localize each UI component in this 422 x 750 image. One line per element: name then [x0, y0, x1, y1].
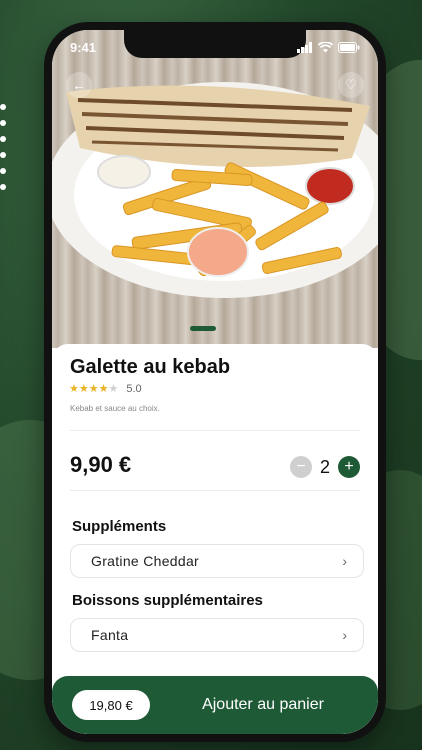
rating-stars: ★★★★★ — [69, 382, 118, 395]
status-icons — [297, 41, 360, 53]
drinks-value: Fanta — [91, 627, 129, 643]
star-icon: ★ — [69, 383, 79, 395]
supplements-select[interactable]: Gratine Cheddar › — [70, 544, 364, 578]
dot — [0, 136, 6, 142]
cart-total: 19,80 € — [72, 690, 150, 720]
app-screen: 9:41 ← ♡ Galette au kebab ★★★★★ 5.0 Keba… — [52, 30, 378, 734]
dot — [0, 152, 6, 158]
add-to-cart-bar: 19,80 € Ajouter au panier — [52, 676, 378, 734]
food-plate-illustration — [52, 82, 378, 298]
star-icon: ★ — [88, 383, 99, 395]
product-rating: ★★★★★ 5.0 — [69, 382, 142, 396]
plus-icon: + — [344, 458, 354, 475]
minus-icon: − — [296, 458, 306, 475]
dot — [0, 104, 6, 110]
star-icon: ★ — [78, 383, 89, 395]
heart-icon: ♡ — [345, 77, 357, 92]
chevron-right-icon: › — [342, 627, 347, 643]
status-bar: 9:41 — [52, 30, 378, 64]
star-icon: ★ — [98, 383, 109, 395]
dot — [0, 168, 6, 174]
dot — [0, 120, 6, 126]
side-dots-decoration — [0, 104, 6, 190]
increase-quantity-button[interactable]: + — [338, 456, 360, 478]
arrow-left-icon: ← — [72, 77, 86, 93]
signal-icon — [297, 41, 312, 53]
supplements-label: Suppléments — [72, 518, 167, 535]
product-title: Galette au kebab — [70, 356, 231, 378]
product-image: ← ♡ — [52, 30, 378, 348]
back-button[interactable]: ← — [66, 72, 92, 98]
phone-frame: 9:41 ← ♡ Galette au kebab ★★★★★ 5.0 Keba… — [44, 22, 386, 742]
decrease-quantity-button[interactable]: − — [289, 456, 312, 478]
drinks-label: Boissons supplémentaires — [72, 592, 263, 609]
divider — [70, 490, 360, 491]
add-to-cart-button[interactable]: Ajouter au panier — [168, 696, 358, 714]
wifi-icon — [318, 41, 333, 52]
quantity-stepper: − 2 + — [289, 456, 360, 478]
supplements-value: Gratine Cheddar — [91, 553, 200, 569]
quantity-value: 2 — [319, 456, 330, 477]
battery-icon — [338, 41, 360, 53]
product-description: Kebab et sauce au choix. — [70, 404, 160, 413]
chevron-right-icon: › — [342, 553, 347, 569]
drinks-select[interactable]: Fanta › — [70, 618, 364, 652]
dot — [0, 184, 6, 190]
status-time: 9:41 — [70, 39, 97, 55]
image-pager-indicator — [190, 326, 216, 331]
star-icon: ★ — [108, 383, 119, 395]
rating-value: 5.0 — [126, 382, 142, 395]
divider — [70, 430, 360, 431]
product-price: 9,90 € — [70, 452, 132, 477]
favorite-button[interactable]: ♡ — [338, 72, 364, 98]
